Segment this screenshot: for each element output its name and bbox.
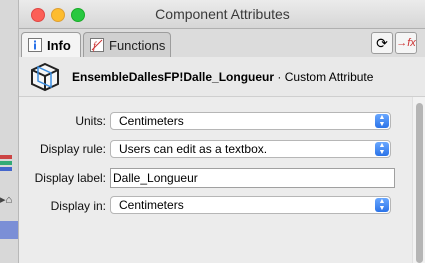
display-label-label: Display label: xyxy=(34,171,106,185)
component-name: EnsembleDallesFP!Dalle_Longueur · Custom… xyxy=(72,70,373,84)
toggle-formula-button[interactable]: →fx xyxy=(395,32,417,54)
component-attributes-window: Component Attributes Info f Functions ⟳ … xyxy=(18,0,425,263)
vertical-scrollbar[interactable] xyxy=(412,97,425,263)
select-arrows-icon: ▲ ▼ xyxy=(375,114,389,128)
fx-icon: →fx xyxy=(396,37,416,49)
info-icon xyxy=(28,38,42,52)
display-in-label: Display in: xyxy=(50,199,106,213)
attribute-panel: Units: Centimeters ▲ ▼ Display rule: User… xyxy=(19,97,409,263)
background-toolbar-green xyxy=(0,161,12,165)
display-in-value: Centimeters xyxy=(119,198,184,212)
display-rule-label: Display rule: xyxy=(39,142,106,156)
tab-functions-label: Functions xyxy=(109,37,166,53)
component-cube-icon xyxy=(31,62,59,92)
units-value: Centimeters xyxy=(119,114,184,128)
tab-functions[interactable]: f Functions xyxy=(83,32,171,57)
window-title: Component Attributes xyxy=(155,6,290,22)
attribute-type: · Custom Attribute xyxy=(274,70,374,84)
background-toolbar-blue xyxy=(0,167,12,171)
tab-bar: Info f Functions ⟳ →fx xyxy=(19,29,425,58)
functions-icon: f xyxy=(90,38,104,52)
display-rule-select[interactable]: Users can edit as a textbox. ▲ ▼ xyxy=(110,140,391,158)
tab-info-label: Info xyxy=(47,37,71,53)
background-toolbar-red xyxy=(0,155,12,159)
tab-info[interactable]: Info xyxy=(21,32,81,57)
component-header: EnsembleDallesFP!Dalle_Longueur · Custom… xyxy=(19,57,425,97)
units-select[interactable]: Centimeters ▲ ▼ xyxy=(110,112,391,130)
units-label: Units: xyxy=(75,114,106,128)
display-label-field[interactable]: Dalle_Longueur xyxy=(110,168,395,188)
select-arrows-icon: ▲ ▼ xyxy=(375,142,389,156)
display-rule-value: Users can edit as a textbox. xyxy=(119,142,268,156)
attribute-path: EnsembleDallesFP!Dalle_Longueur xyxy=(72,70,275,84)
display-in-select[interactable]: Centimeters ▲ ▼ xyxy=(110,196,391,214)
refresh-icon: ⟳ xyxy=(376,35,388,51)
title-bar: Component Attributes xyxy=(19,0,425,29)
display-label-value: Dalle_Longueur xyxy=(113,171,198,185)
refresh-button[interactable]: ⟳ xyxy=(371,32,393,54)
select-arrows-icon: ▲ ▼ xyxy=(375,198,389,212)
scrollbar-thumb[interactable] xyxy=(416,103,423,263)
background-arrow-icon: ▸⌂ xyxy=(0,194,13,206)
